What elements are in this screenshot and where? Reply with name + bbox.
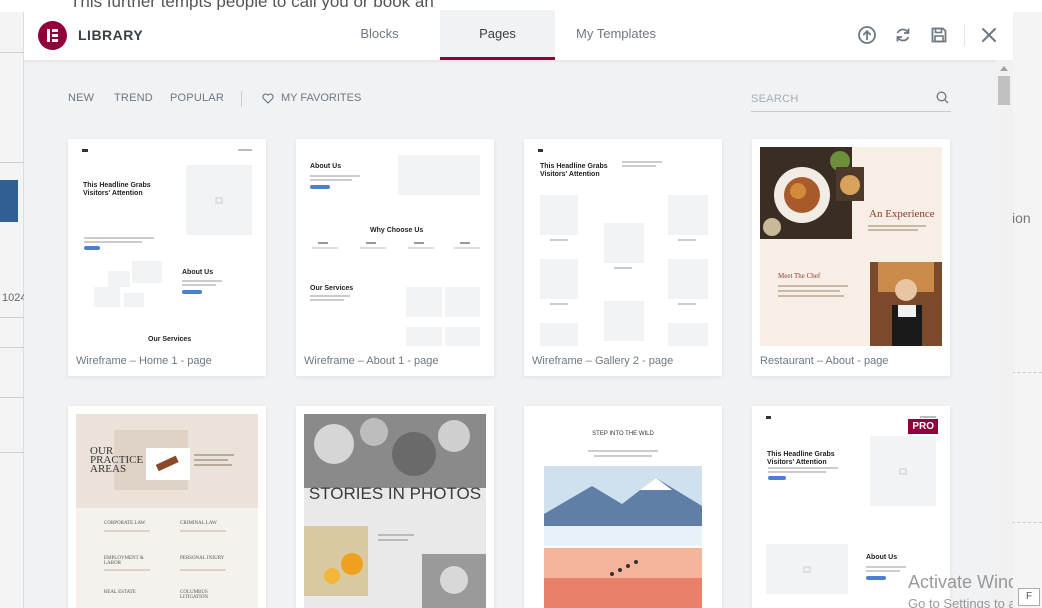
preview-law-item: EMPLOYMENT & LABOR [104, 556, 144, 566]
background-number: 1024 [2, 292, 27, 304]
tab-my-templates[interactable]: My Templates [562, 10, 670, 60]
preview-law-item: REAL ESTATE [104, 590, 136, 595]
vertical-scrollbar[interactable] [995, 60, 1013, 608]
preview-services: Our Services [148, 336, 192, 343]
background-label: F [1018, 588, 1040, 606]
preview-about: About Us [182, 269, 214, 276]
activation-watermark-title: Activate Windo [908, 572, 1013, 592]
preview-experience: An Experience [869, 208, 935, 220]
sync-icon[interactable] [893, 25, 913, 45]
preview-heading: This Headline Grabs Visitors' Attention [83, 182, 151, 197]
divider [0, 347, 24, 348]
preview-law-title: OUR PRACTICE AREAS [90, 445, 144, 475]
wild-travel-preview [544, 450, 702, 608]
divider [0, 317, 24, 318]
logo-bar [47, 29, 50, 42]
elementor-logo [38, 21, 67, 50]
template-name: Restaurant – About - page [760, 355, 889, 367]
template-thumbnail: An Experience Meet The Chef [760, 147, 942, 346]
search-input[interactable] [751, 87, 951, 112]
preview-heading: This Headline Grabs Visitors' Attention [540, 163, 608, 178]
divider [0, 162, 24, 163]
background-thumbnail [0, 180, 18, 222]
modal-header: LIBRARY Blocks Pages My Templates [24, 10, 1013, 60]
divider [0, 52, 24, 53]
search-icon[interactable] [936, 91, 949, 104]
template-thumbnail: About Us Why Choose Us Our Services [304, 147, 486, 346]
template-card[interactable]: STEP INTO THE WILD [524, 406, 722, 608]
preview-services: Our Services [310, 285, 354, 292]
background-right-panel: ion F [1012, 12, 1042, 608]
template-thumbnail: This Headline Grabs Visitors' Attention … [76, 147, 258, 346]
template-name: Wireframe – Gallery 2 - page [532, 355, 674, 367]
tab-pages[interactable]: Pages [440, 10, 555, 60]
law-firm-preview [76, 414, 258, 571]
preview-law-item: COLUMBUS LITIGATION [180, 590, 209, 600]
preview-about: About Us [310, 163, 342, 170]
divider [0, 397, 24, 398]
filter-popular[interactable]: POPULAR [170, 92, 224, 104]
header-divider [964, 24, 965, 46]
my-favorites-label: MY FAVORITES [281, 92, 362, 104]
template-card[interactable]: This Headline Grabs Visitors' Attention … [524, 139, 722, 376]
template-thumbnail: This Headline Grabs Visitors' Attention [532, 147, 714, 346]
pro-badge: PRO [908, 419, 938, 434]
background-left-panel: 1024 [0, 12, 27, 608]
logo-bar [52, 39, 58, 42]
template-library-modal: LIBRARY Blocks Pages My Templates NEW TR… [24, 10, 1013, 608]
divider [1012, 372, 1042, 373]
my-favorites-filter[interactable]: MY FAVORITES [262, 92, 361, 104]
filter-trend[interactable]: TREND [114, 92, 153, 104]
activation-watermark-subtitle: Go to Settings to a [908, 596, 1013, 608]
preview-wild-title: STEP INTO THE WILD [592, 431, 654, 437]
upload-icon[interactable] [857, 25, 877, 45]
template-card[interactable]: This Headline Grabs Visitors' Attention … [68, 139, 266, 376]
template-card[interactable]: About Us Why Choose Us Our Services Wire… [296, 139, 494, 376]
divider [1012, 522, 1042, 523]
restaurant-preview [760, 147, 942, 346]
template-card[interactable]: OUR PRACTICE AREAS CORPORATE LAW CRIMINA… [68, 406, 266, 608]
template-card[interactable]: STORIES IN PHOTOS [296, 406, 494, 608]
scroll-up-arrow[interactable] [1000, 66, 1008, 71]
template-thumbnail: STORIES IN PHOTOS [304, 414, 486, 608]
template-name: Wireframe – About 1 - page [304, 355, 439, 367]
preview-why: Why Choose Us [370, 227, 424, 234]
wireframe-home-preview [82, 149, 252, 307]
template-thumbnail: STEP INTO THE WILD [532, 414, 714, 608]
preview-chef: Meet The Chef [778, 272, 821, 280]
heart-icon [262, 93, 274, 104]
preview-about: About Us [866, 554, 898, 561]
template-card[interactable]: An Experience Meet The Chef Restaurant –… [752, 139, 950, 376]
library-title: LIBRARY [78, 27, 144, 43]
filter-divider [241, 91, 242, 107]
preview-law-item: PERSONAL INJURY [180, 556, 225, 561]
preview-law-item: CORPORATE LAW [104, 521, 146, 526]
save-icon[interactable] [929, 25, 949, 45]
logo-bar [52, 29, 58, 32]
preview-heading: This Headline Grabs Visitors' Attention [767, 451, 835, 466]
filter-new[interactable]: NEW [68, 92, 94, 104]
template-name: Wireframe – Home 1 - page [76, 355, 212, 367]
preview-photos-title: STORIES IN PHOTOS [308, 484, 482, 503]
close-icon[interactable] [979, 25, 999, 45]
background-fragment: ion [1012, 210, 1031, 226]
photo-stories-preview [304, 414, 486, 608]
tab-blocks[interactable]: Blocks [324, 10, 435, 60]
template-thumbnail: OUR PRACTICE AREAS CORPORATE LAW CRIMINA… [76, 414, 258, 608]
logo-bar [52, 34, 58, 37]
scroll-thumb[interactable] [998, 76, 1010, 105]
wireframe-about-preview [310, 155, 480, 346]
preview-law-item: CRIMINAL LAW [180, 521, 217, 526]
divider [0, 452, 24, 453]
